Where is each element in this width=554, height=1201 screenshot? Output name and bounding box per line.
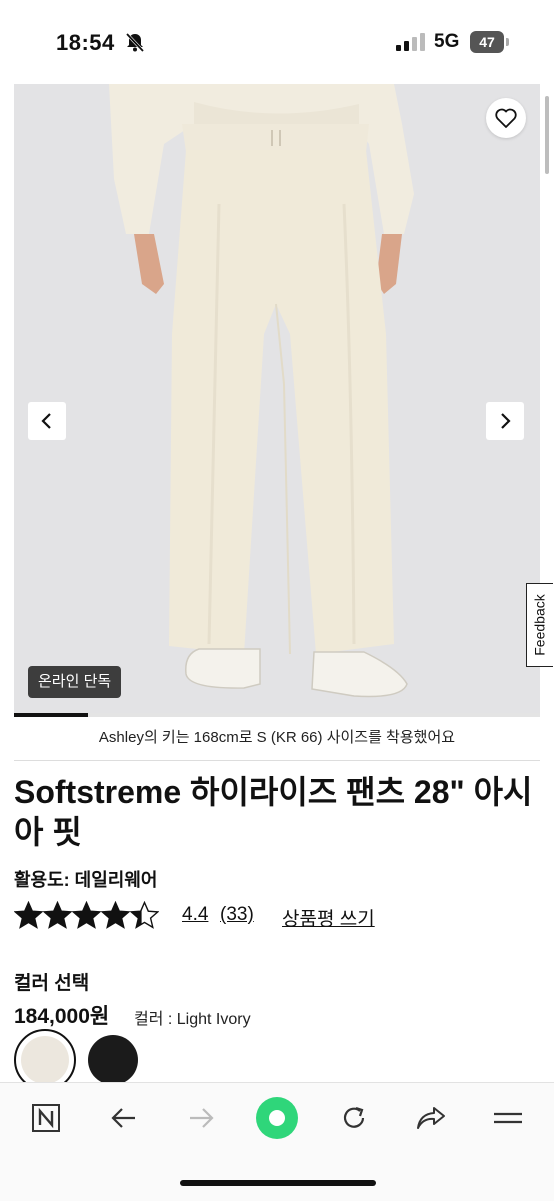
star-icon — [14, 901, 43, 929]
share-button[interactable] — [411, 1098, 451, 1138]
color-heading: 컬러 선택 — [14, 973, 90, 994]
green-dot-icon — [256, 1097, 298, 1139]
star-icon — [72, 901, 101, 929]
rating-row: 4.4 (33) 상품평 쓰기 — [14, 900, 534, 934]
network-type: 5G — [434, 31, 460, 52]
signal-icon — [396, 33, 425, 51]
star-icon — [101, 901, 130, 929]
image-caption: Ashley의 키는 168cm로 S (KR 66) 사이즈를 착용했어요 — [98, 729, 456, 746]
swatch-black[interactable] — [88, 1035, 138, 1085]
forward-arrow-icon — [190, 1108, 214, 1128]
status-bar: 18:54 5G 47 — [0, 0, 554, 84]
product-price: 184,000원 — [14, 1005, 110, 1028]
chevron-left-icon — [41, 413, 51, 429]
bell-off-icon — [125, 32, 145, 53]
home-green-button[interactable] — [255, 1096, 299, 1140]
review-count[interactable]: (33) — [220, 904, 254, 926]
star-icon — [130, 901, 159, 929]
favorite-button[interactable] — [486, 98, 526, 138]
slide-progress-fill — [14, 713, 88, 717]
menu-button[interactable] — [488, 1098, 528, 1138]
home-indicator[interactable] — [180, 1180, 376, 1186]
battery-icon: 47 — [470, 31, 510, 53]
divider — [14, 760, 540, 761]
back-button[interactable] — [104, 1098, 144, 1138]
next-image-button[interactable] — [486, 402, 524, 440]
share-icon — [417, 1107, 445, 1129]
product-title: Softstreme 하이라이즈 팬츠 28" 아시아 핏 — [14, 774, 533, 850]
product-image[interactable] — [14, 84, 540, 716]
feedback-tab[interactable]: Feedback — [526, 583, 553, 667]
star-rating — [14, 901, 159, 930]
n-tab-icon — [32, 1104, 60, 1132]
forward-button[interactable] — [181, 1098, 221, 1138]
chevron-right-icon — [501, 413, 511, 429]
n-tab-button[interactable] — [26, 1098, 66, 1138]
slide-progress-track — [14, 713, 540, 717]
back-arrow-icon — [111, 1108, 135, 1128]
rating-value[interactable]: 4.4 — [182, 904, 208, 926]
previous-image-button[interactable] — [28, 402, 66, 440]
product-photo — [14, 84, 540, 716]
product-usage: 활용도: 데일리웨어 — [14, 870, 158, 890]
reload-icon — [343, 1106, 365, 1128]
reload-button[interactable] — [334, 1098, 374, 1138]
status-time: 18:54 — [56, 30, 115, 55]
menu-icon — [494, 1112, 522, 1124]
battery-level: 47 — [470, 31, 504, 53]
scrollbar[interactable] — [545, 96, 549, 174]
feedback-label: Feedback — [532, 594, 549, 656]
online-exclusive-badge: 온라인 단독 — [28, 666, 122, 698]
selected-color-label: 컬러 : Light Ivory — [134, 1011, 251, 1028]
write-review-link[interactable]: 상품평 쓰기 — [282, 904, 375, 931]
star-icon — [43, 901, 72, 929]
heart-icon — [495, 108, 517, 128]
